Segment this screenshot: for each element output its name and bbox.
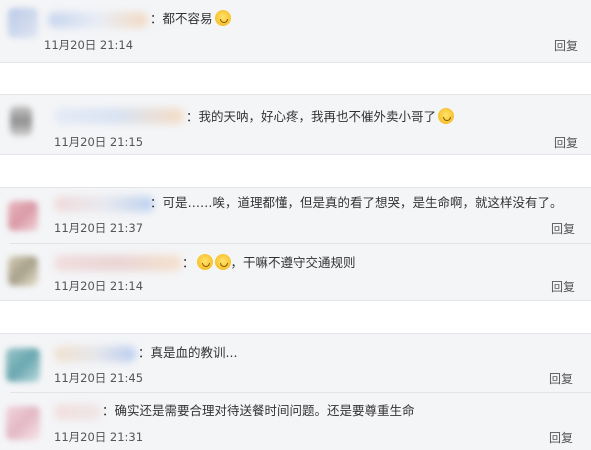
avatar[interactable] [8,256,38,286]
comment-block-3: ：可是……唉，道理都懂，但是真的看了想哭，是生命啊，就这样没有了。 11月20日… [0,187,591,301]
reply-button[interactable]: 回复 [551,220,575,237]
reply-button[interactable]: 回复 [549,429,573,446]
comment-body: 我的天呐，好心疼，我再也不催外卖小哥了 [198,109,437,124]
crying-face-icon [438,108,455,124]
avatar[interactable] [10,106,32,136]
username-blurred[interactable] [54,346,136,362]
comment-block-4: ：真是血的教训... 11月20日 21:45 回复 ：确实还是需要合理对待送餐… [0,333,591,450]
reply-button[interactable]: 回复 [551,278,575,295]
avatar[interactable] [6,348,40,382]
comment-divider [10,243,591,244]
username-blurred[interactable] [48,12,148,28]
username-blurred[interactable] [54,404,102,420]
avatar[interactable] [6,406,40,440]
comment-text: ：都不容易 [150,10,231,28]
crying-face-icon [214,254,231,270]
reply-button[interactable]: 回复 [549,370,573,387]
comment-time: 11月20日 21:15 [54,135,144,149]
crying-face-icon [196,254,213,270]
comment-divider [10,392,591,393]
comment-block-1: ：都不容易 11月20日 21:14 回复 [0,0,591,63]
comment-block-2: ：我的天呐，好心疼，我再也不催外卖小哥了 11月20日 21:15 回复 [0,94,591,155]
comment-body: 确实还是需要合理对待送餐时间问题。还是要尊重生命 [114,403,415,418]
comment-time: 11月20日 21:37 [54,221,144,235]
username-blurred[interactable] [54,255,182,271]
username-blurred[interactable] [54,196,154,212]
avatar[interactable] [8,201,38,231]
comment-text: ：确实还是需要合理对待送餐时间问题。还是要尊重生命 [102,402,415,420]
comment-time: 11月20日 21:14 [44,38,134,52]
separator: ： [102,403,115,418]
comment-time: 11月20日 21:31 [54,430,144,444]
separator: ： [182,255,195,270]
comment-text: ：真是血的教训... [138,344,237,362]
reply-button[interactable]: 回复 [554,134,578,151]
comment-text: ：我的天呐，好心疼，我再也不催外卖小哥了 [186,108,455,126]
crying-face-icon [214,10,231,26]
username-blurred[interactable] [54,108,184,124]
separator: ： [150,11,163,26]
comment-time: 11月20日 21:45 [54,371,144,385]
comment-body: 真是血的教训... [150,345,238,360]
comment-text: ：可是……唉，道理都懂，但是真的看了想哭，是生命啊，就这样没有了。 [150,194,563,212]
comment-time: 11月20日 21:14 [54,279,144,293]
comment-text: ： ，干嘛不遵守交通规则 [182,254,356,272]
comment-body: 可是……唉，道理都懂，但是真的看了想哭，是生命啊，就这样没有了。 [162,195,563,210]
separator: ： [138,345,151,360]
comment-body: ，干嘛不遵守交通规则 [230,255,356,270]
avatar[interactable] [8,8,38,38]
comment-body: 都不容易 [162,11,213,26]
separator: ： [150,195,163,210]
reply-button[interactable]: 回复 [554,37,578,54]
separator: ： [186,109,199,124]
